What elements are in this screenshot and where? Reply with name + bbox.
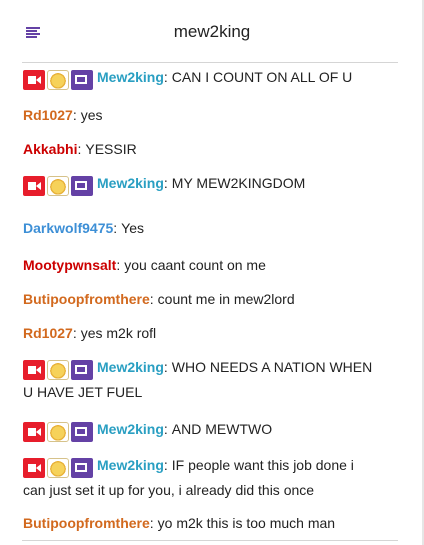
badge-group: [23, 418, 95, 442]
broadcaster-badge-icon[interactable]: [23, 175, 45, 196]
chat-username[interactable]: Butipoopfromthere: [23, 291, 150, 307]
chat-message: Mew2king: AND MEWTWO: [23, 417, 379, 442]
chat-message: Butipoopfromthere: yo m2k this is too muc…: [23, 511, 379, 535]
turbo-badge-icon[interactable]: [71, 175, 93, 196]
broadcaster-badge-icon[interactable]: [23, 457, 45, 478]
chat-message-text: you caant count on me: [124, 257, 266, 273]
username-separator: :: [113, 220, 118, 236]
username-separator: :: [72, 325, 77, 341]
chat-username[interactable]: Mew2king: [97, 359, 164, 375]
chat-header: mew2king: [0, 0, 424, 62]
username-separator: :: [163, 457, 168, 473]
chat-message: Butipoopfromthere: count me in mew2lord: [23, 287, 379, 311]
chat-username[interactable]: Mootypwnsalt: [23, 257, 116, 273]
chat-message-text: CAN I COUNT ON ALL OF U: [171, 69, 353, 85]
chat-username[interactable]: Rd1027: [23, 107, 73, 123]
broadcaster-badge-icon[interactable]: [23, 69, 45, 90]
username-separator: :: [116, 257, 121, 273]
chat-message: Darkwolf9475: Yes: [23, 216, 379, 240]
chat-username[interactable]: Butipoopfromthere: [23, 515, 150, 531]
chat-message-text: MY MEW2KINGDOM: [171, 175, 306, 191]
username-separator: :: [149, 291, 154, 307]
chat-username[interactable]: Mew2king: [97, 175, 164, 191]
channel-title: mew2king: [173, 22, 251, 41]
subscriber-badge-icon[interactable]: [47, 359, 69, 380]
subscriber-badge-icon[interactable]: [47, 175, 69, 196]
badge-group: [23, 66, 95, 90]
chat-messages: Mew2king: CAN I COUNT ON ALL OF U Rd1027: y…: [0, 63, 424, 543]
turbo-badge-icon[interactable]: [71, 457, 93, 478]
username-separator: :: [163, 69, 168, 85]
chat-message: Mew2king: IF people want this job done i …: [23, 453, 379, 502]
chat-username[interactable]: Mew2king: [97, 421, 164, 437]
chat-username[interactable]: Mew2king: [97, 457, 164, 473]
chat-message-text: YESSIR: [85, 141, 137, 157]
username-separator: :: [163, 359, 168, 375]
chat-message-text: Yes: [121, 220, 145, 236]
broadcaster-badge-icon[interactable]: [23, 359, 45, 380]
chat-message: Mew2king: CAN I COUNT ON ALL OF U: [23, 65, 379, 90]
chat-message: Mew2king: MY MEW2KINGDOM: [23, 171, 379, 196]
username-separator: :: [77, 141, 82, 157]
turbo-badge-icon[interactable]: [71, 421, 93, 442]
chat-message: Akkabhi: YESSIR: [23, 137, 379, 161]
username-separator: :: [72, 107, 77, 123]
chat-message: Rd1027: yes m2k rofl: [23, 321, 379, 345]
username-separator: :: [163, 175, 168, 191]
chat-message-text: yo m2k this is too much man: [157, 515, 336, 531]
broadcaster-badge-icon[interactable]: [23, 421, 45, 442]
subscriber-badge-icon[interactable]: [47, 421, 69, 442]
subscriber-badge-icon[interactable]: [47, 457, 69, 478]
chat-message-text: yes m2k rofl: [80, 325, 157, 341]
badge-group: [23, 454, 95, 478]
badge-group: [23, 172, 95, 196]
chat-message-text: yes: [80, 107, 103, 123]
turbo-badge-icon[interactable]: [71, 69, 93, 90]
chat-message-text: AND MEWTWO: [171, 421, 273, 437]
chat-bottom-divider: [22, 540, 398, 541]
turbo-badge-icon[interactable]: [71, 359, 93, 380]
chat-message: Rd1027: yes: [23, 103, 379, 127]
chat-username[interactable]: Mew2king: [97, 69, 164, 85]
chat-message: Mew2king: WHO NEEDS A NATION WHEN U HAVE …: [23, 355, 379, 404]
chat-username[interactable]: Akkabhi: [23, 141, 77, 157]
subscriber-badge-icon[interactable]: [47, 69, 69, 90]
chat-username[interactable]: Darkwolf9475: [23, 220, 113, 236]
chat-username[interactable]: Rd1027: [23, 325, 73, 341]
username-separator: :: [149, 515, 154, 531]
chat-message-text: count me in mew2lord: [157, 291, 295, 307]
username-separator: :: [163, 421, 168, 437]
badge-group: [23, 356, 95, 380]
chat-message: Mootypwnsalt: you caant count on me: [23, 253, 379, 277]
